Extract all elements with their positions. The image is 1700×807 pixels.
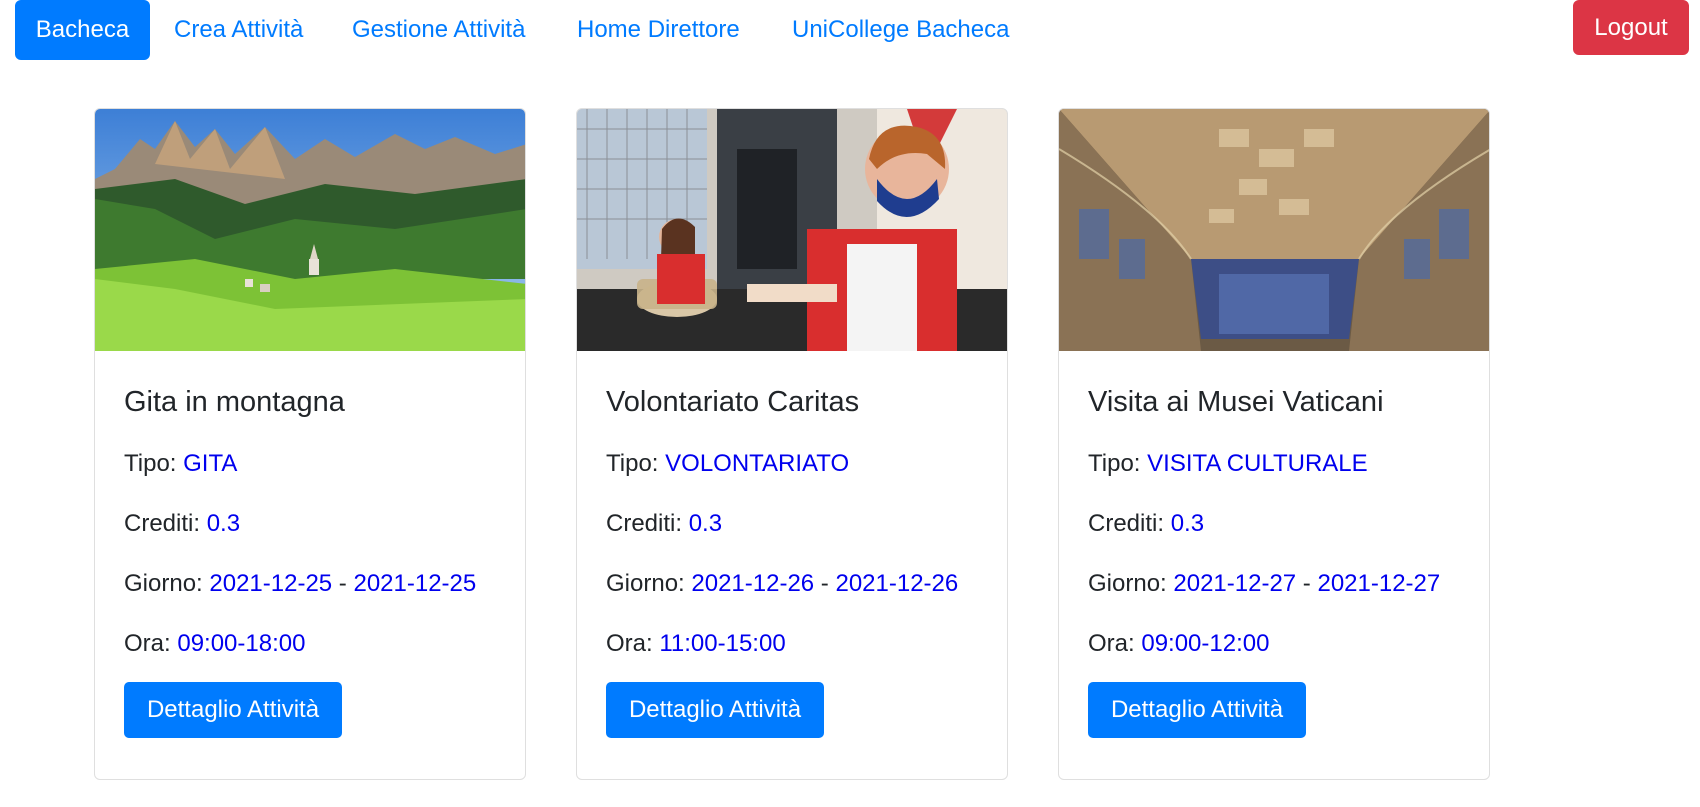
giorno-end: 2021-12-26 bbox=[835, 570, 959, 597]
ora-label: Ora: bbox=[606, 630, 660, 657]
tipo-value: VISITA CULTURALE bbox=[1147, 450, 1368, 477]
giorno-start: 2021-12-25 bbox=[209, 570, 333, 597]
tipo-row: Tipo: GITA bbox=[124, 450, 237, 478]
tipo-label: Tipo: bbox=[124, 450, 184, 477]
ora-label: Ora: bbox=[1088, 630, 1142, 657]
card-title: Gita in montagna bbox=[124, 386, 345, 418]
crediti-label: Crediti: bbox=[124, 510, 207, 537]
giorno-end: 2021-12-27 bbox=[1317, 570, 1441, 597]
giorno-separator: - bbox=[1296, 570, 1318, 597]
dettaglio-attivita-button[interactable]: Dettaglio Attività bbox=[1088, 682, 1306, 738]
giorno-start: 2021-12-27 bbox=[1173, 570, 1297, 597]
ora-value: 09:00-18:00 bbox=[177, 630, 306, 657]
card-title: Visita ai Musei Vaticani bbox=[1088, 386, 1384, 418]
activity-card: Volontariato Caritas Tipo: VOLONTARIATO … bbox=[576, 108, 1008, 780]
crediti-label: Crediti: bbox=[1088, 510, 1171, 537]
giorno-separator: - bbox=[332, 570, 354, 597]
nav-gestione-attivita[interactable]: Gestione Attività bbox=[352, 0, 525, 60]
top-nav: Bacheca Crea Attività Gestione Attività … bbox=[0, 0, 1700, 60]
giorno-label: Giorno: bbox=[1088, 570, 1174, 597]
crediti-label: Crediti: bbox=[606, 510, 689, 537]
ora-row: Ora: 09:00-12:00 bbox=[1088, 630, 1269, 658]
activity-card: Visita ai Musei Vaticani Tipo: VISITA CU… bbox=[1058, 108, 1490, 780]
ora-row: Ora: 11:00-15:00 bbox=[606, 630, 786, 658]
crediti-value: 0.3 bbox=[206, 510, 241, 537]
card-image-volunteer bbox=[577, 109, 1007, 351]
tipo-label: Tipo: bbox=[606, 450, 666, 477]
tipo-row: Tipo: VOLONTARIATO bbox=[606, 450, 849, 478]
ora-row: Ora: 09:00-18:00 bbox=[124, 630, 305, 658]
volunteer-photo-image bbox=[577, 109, 1007, 351]
tipo-value: GITA bbox=[183, 450, 238, 477]
tipo-row: Tipo: VISITA CULTURALE bbox=[1088, 450, 1368, 478]
giorno-separator: - bbox=[814, 570, 836, 597]
crediti-row: Crediti: 0.3 bbox=[606, 510, 722, 538]
nav-home-direttore[interactable]: Home Direttore bbox=[577, 0, 740, 60]
ora-label: Ora: bbox=[124, 630, 178, 657]
crediti-value: 0.3 bbox=[1170, 510, 1205, 537]
crediti-row: Crediti: 0.3 bbox=[1088, 510, 1204, 538]
tipo-value: VOLONTARIATO bbox=[665, 450, 850, 477]
giorno-label: Giorno: bbox=[606, 570, 692, 597]
tipo-label: Tipo: bbox=[1088, 450, 1148, 477]
giorno-row: Giorno: 2021-12-27 - 2021-12-27 bbox=[1088, 570, 1440, 598]
giorno-row: Giorno: 2021-12-26 - 2021-12-26 bbox=[606, 570, 958, 598]
nav-crea-attivita[interactable]: Crea Attività bbox=[174, 0, 303, 60]
crediti-row: Crediti: 0.3 bbox=[124, 510, 240, 538]
nav-unicollege-bacheca[interactable]: UniCollege Bacheca bbox=[792, 0, 1009, 60]
giorno-end: 2021-12-25 bbox=[353, 570, 477, 597]
card-title: Volontariato Caritas bbox=[606, 386, 860, 418]
giorno-row: Giorno: 2021-12-25 - 2021-12-25 bbox=[124, 570, 476, 598]
dettaglio-attivita-button[interactable]: Dettaglio Attività bbox=[124, 682, 342, 738]
ora-value: 09:00-12:00 bbox=[1141, 630, 1270, 657]
card-image-mountain bbox=[95, 109, 525, 351]
logout-button[interactable]: Logout bbox=[1573, 0, 1689, 55]
ora-value: 11:00-15:00 bbox=[659, 630, 786, 657]
giorno-start: 2021-12-26 bbox=[691, 570, 815, 597]
giorno-label: Giorno: bbox=[124, 570, 210, 597]
activity-card: Gita in montagna Tipo: GITA Crediti: 0.3… bbox=[94, 108, 526, 780]
card-image-vatican bbox=[1059, 109, 1489, 351]
sistine-chapel-image bbox=[1059, 109, 1489, 351]
crediti-value: 0.3 bbox=[688, 510, 723, 537]
mountain-landscape-image bbox=[95, 109, 525, 351]
dettaglio-attivita-button[interactable]: Dettaglio Attività bbox=[606, 682, 824, 738]
nav-bacheca[interactable]: Bacheca bbox=[15, 0, 150, 60]
